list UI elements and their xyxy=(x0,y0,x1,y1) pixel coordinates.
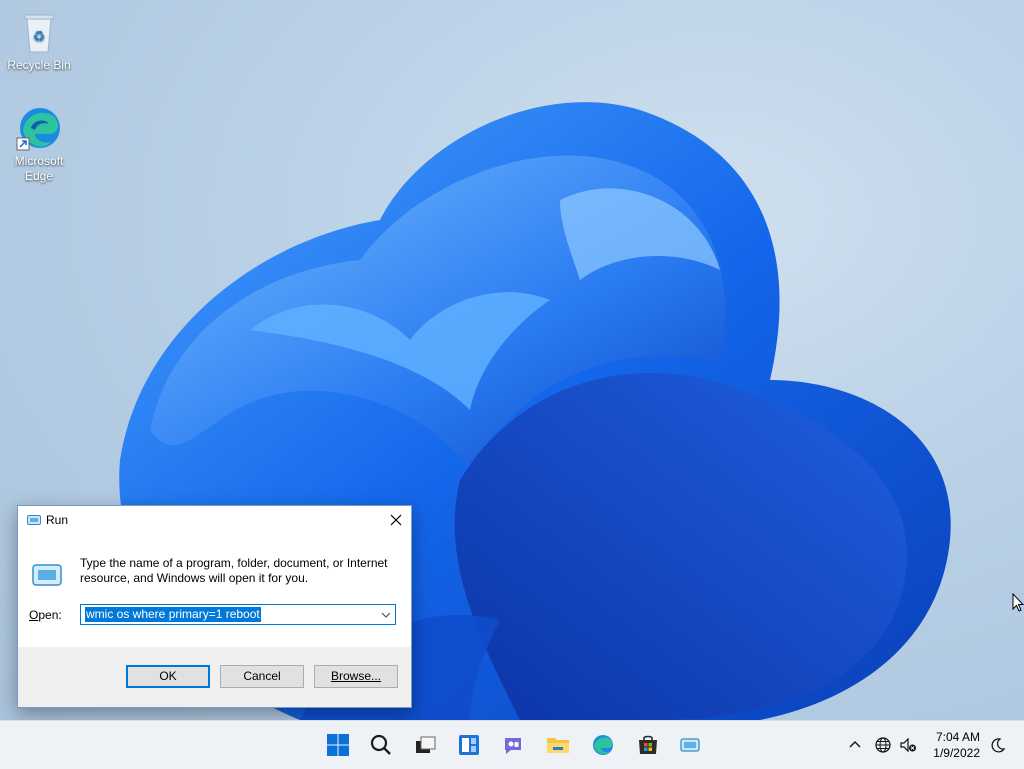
desktop-icon-label-line1: Microsoft xyxy=(14,154,64,168)
task-view-button[interactable] xyxy=(409,729,441,761)
file-explorer-button[interactable] xyxy=(542,729,574,761)
close-icon xyxy=(390,514,402,526)
recycle-bin-icon: ♻ xyxy=(15,8,63,56)
taskbar-clock[interactable]: 7:04 AM 1/9/2022 xyxy=(933,729,980,761)
mouse-cursor-icon xyxy=(1012,593,1024,612)
desktop-icon-label: Recycle Bin xyxy=(7,58,71,72)
clock-date: 1/9/2022 xyxy=(933,746,980,760)
desktop: ♻ Recycle Bin Microsoft Edge Run Type th… xyxy=(0,0,1024,720)
volume-button[interactable] xyxy=(898,735,918,755)
chat-icon xyxy=(505,738,521,754)
search-icon xyxy=(370,734,391,755)
dialog-description: Type the name of a program, folder, docu… xyxy=(80,556,388,585)
speaker-muted-icon xyxy=(900,737,916,753)
open-label: Open: xyxy=(29,608,62,622)
browse-button[interactable]: Browse... xyxy=(314,665,398,688)
widgets-button[interactable] xyxy=(453,729,485,761)
edge-icon xyxy=(593,735,613,755)
widgets-icon xyxy=(459,735,479,755)
open-label-accesskey: O xyxy=(29,608,39,622)
run-icon xyxy=(27,515,41,525)
run-large-icon xyxy=(32,564,62,586)
dialog-body: Type the name of a program, folder, docu… xyxy=(18,534,411,647)
close-button[interactable] xyxy=(381,506,411,534)
start-icon xyxy=(327,734,349,756)
dialog-footer: OK Cancel Browse... xyxy=(18,647,411,707)
dialog-titlebar[interactable]: Run xyxy=(18,506,411,534)
chevron-down-icon[interactable] xyxy=(380,609,392,621)
run-dialog: Run Type the name of a program, folder, … xyxy=(17,505,412,708)
show-hidden-icons-button[interactable] xyxy=(845,735,865,755)
search-button[interactable] xyxy=(365,729,397,761)
taskbar: 7:04 AM 1/9/2022 xyxy=(0,720,1024,769)
run-taskbar-button[interactable] xyxy=(674,729,706,761)
store-icon xyxy=(639,735,657,754)
store-button[interactable] xyxy=(632,729,664,761)
svg-text:♻: ♻ xyxy=(33,29,46,45)
edge-taskbar-button[interactable] xyxy=(587,729,619,761)
cancel-button[interactable]: Cancel xyxy=(220,665,304,688)
desktop-icon-label-line2: Edge xyxy=(24,169,54,183)
edge-icon xyxy=(15,104,63,152)
notifications-button[interactable] xyxy=(988,735,1008,755)
file-explorer-icon xyxy=(547,738,569,753)
moon-icon xyxy=(991,738,1006,753)
desktop-icon-edge[interactable]: Microsoft Edge xyxy=(1,104,77,184)
chevron-up-icon xyxy=(849,741,861,748)
open-label-text: pen: xyxy=(38,608,62,622)
globe-icon xyxy=(875,737,891,753)
clock-time: 7:04 AM xyxy=(935,730,980,744)
chat-button[interactable] xyxy=(497,729,529,761)
dialog-title: Run xyxy=(46,513,69,527)
start-button[interactable] xyxy=(322,729,354,761)
ok-button[interactable]: OK xyxy=(126,665,210,688)
browse-button-label: Browse... xyxy=(330,669,381,683)
command-input-value: wmic os where primary=1 reboot xyxy=(85,607,261,622)
network-button[interactable] xyxy=(873,735,893,755)
task-view-icon xyxy=(416,736,436,753)
command-input[interactable]: wmic os where primary=1 reboot xyxy=(80,604,396,625)
desktop-icon-recycle-bin[interactable]: ♻ Recycle Bin xyxy=(1,8,77,73)
run-icon xyxy=(680,738,700,752)
